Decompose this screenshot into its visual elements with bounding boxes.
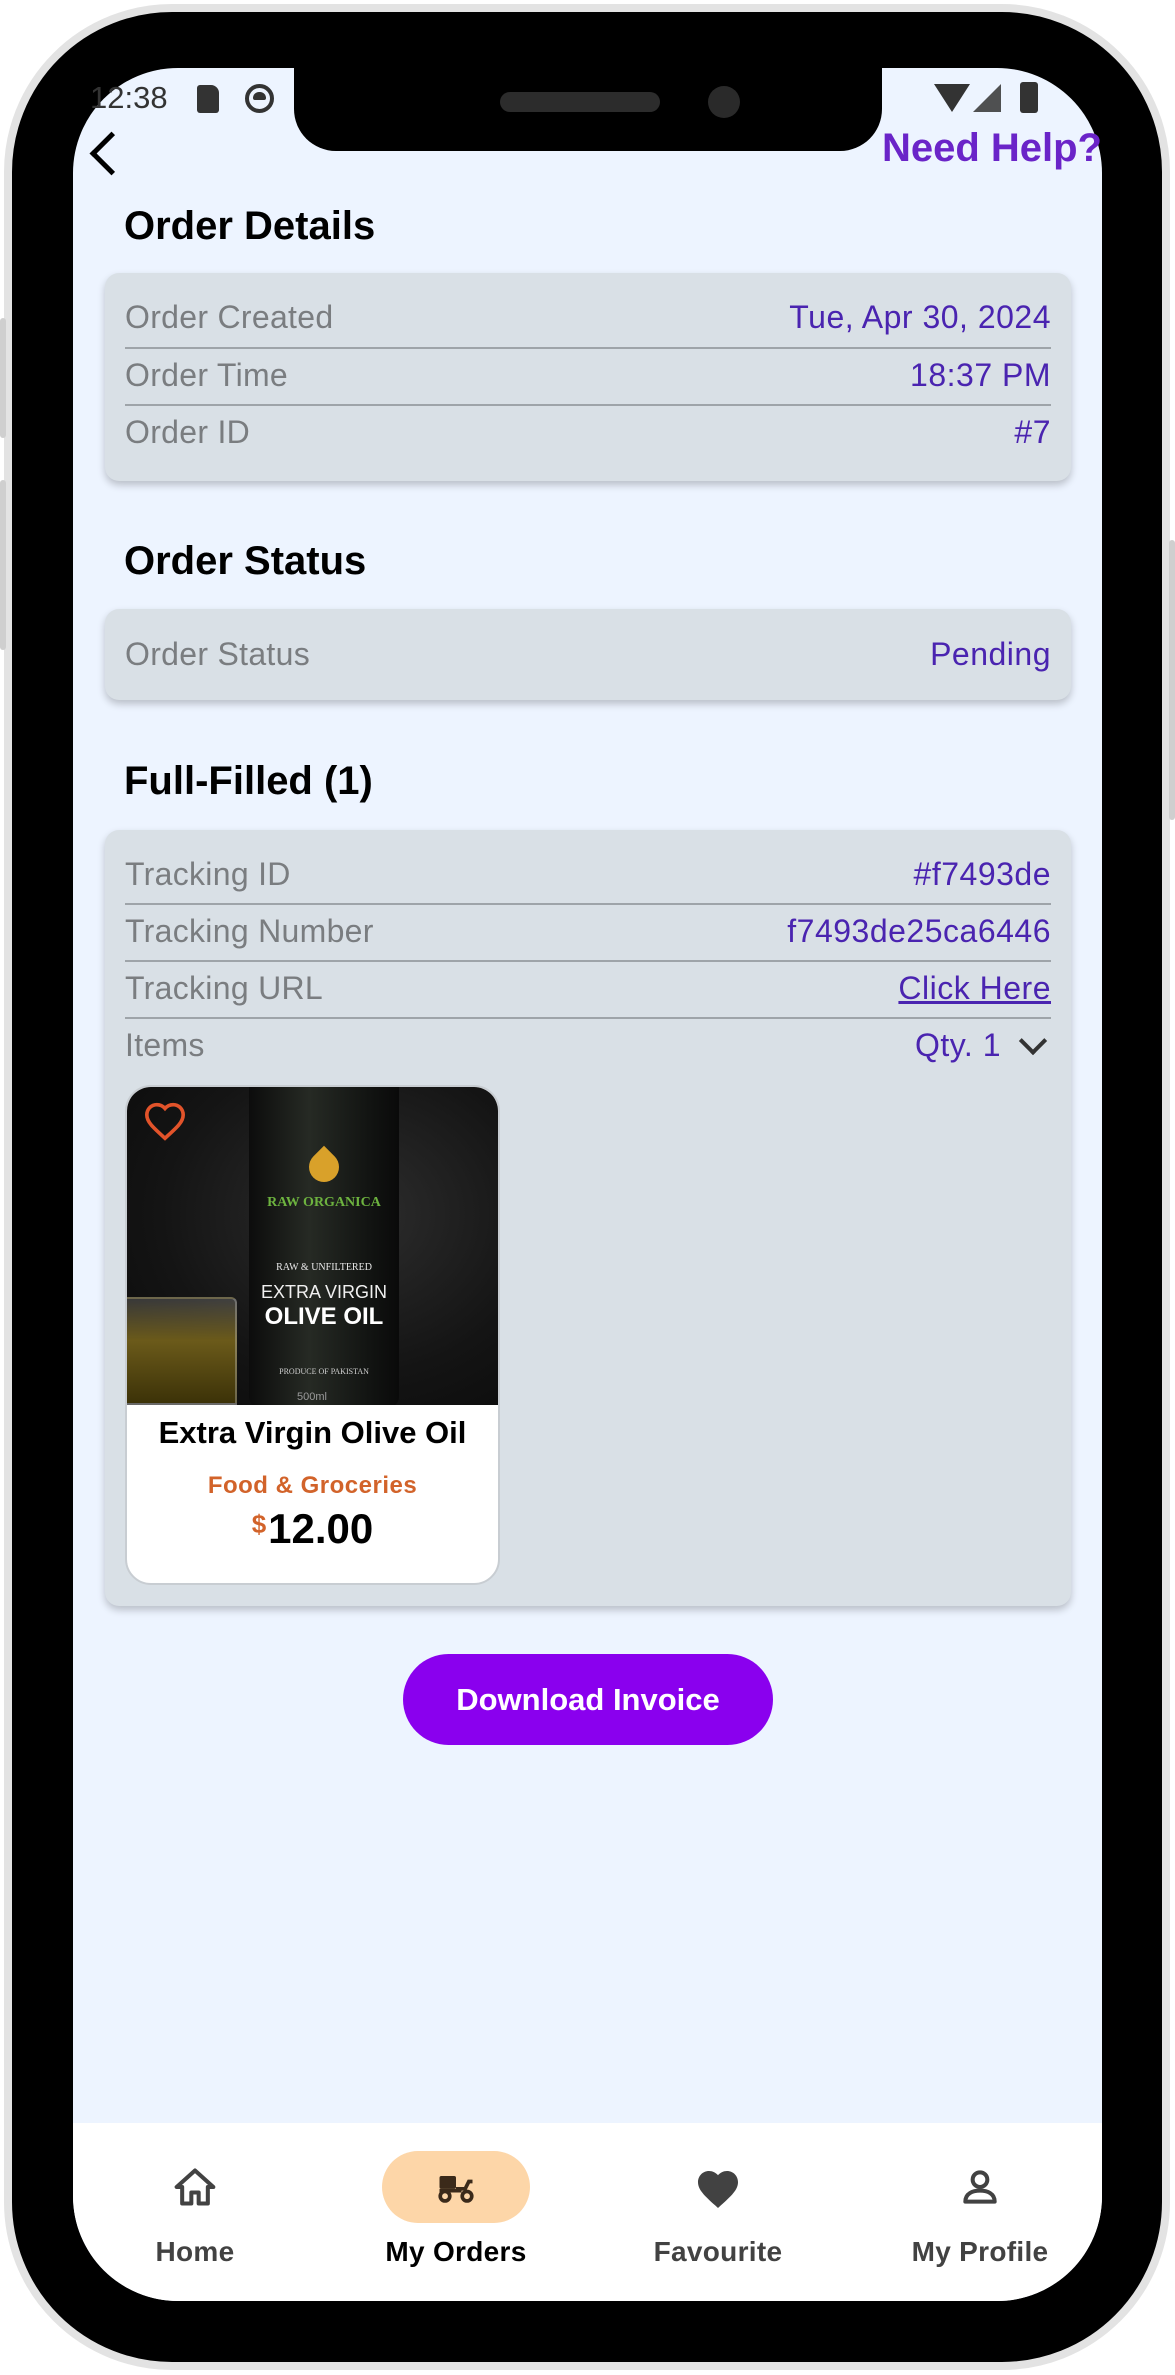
chevron-down-icon <box>1018 1026 1048 1055</box>
tracking-number-row: Tracking Number f7493de25ca6446 <box>125 903 1051 960</box>
person-icon <box>963 2170 997 2204</box>
product-image: RAW ORGANICA RAW & UNFILTERED EXTRA VIRG… <box>127 1087 498 1405</box>
nav-item-favourite[interactable]: Favourite <box>618 2151 818 2271</box>
tracking-url-row: Tracking URL Click Here <box>125 960 1051 1017</box>
tracking-id-value: #f7493de <box>913 856 1051 892</box>
bottle-origin: PRODUCE OF PAKISTAN <box>279 1367 369 1376</box>
nav-item-my-profile[interactable]: My Profile <box>880 2151 1080 2271</box>
sd-card-icon <box>197 85 219 113</box>
order-id-row: Order ID #7 <box>125 404 1051 461</box>
cell-signal-icon <box>973 84 1001 112</box>
tracking-id-label: Tracking ID <box>125 856 291 892</box>
order-details-title: Order Details <box>124 204 376 248</box>
bottle-brand: RAW ORGANICA <box>267 1195 381 1210</box>
tracking-number-value: f7493de25ca6446 <box>787 913 1051 949</box>
order-status-title: Order Status <box>124 539 367 583</box>
download-invoice-button[interactable]: Download Invoice <box>403 1654 773 1745</box>
price-amount: 12.00 <box>268 1505 374 1552</box>
notification-face-icon <box>245 84 274 113</box>
nav-item-my-orders[interactable]: My Orders <box>356 2151 556 2271</box>
need-help-link[interactable]: Need Help? <box>882 126 1102 171</box>
qty-dropdown[interactable]: Qty. 1 <box>915 1026 1051 1064</box>
heart-icon <box>698 2171 738 2208</box>
order-time-label: Order Time <box>125 357 289 393</box>
brand-logo-icon <box>302 1145 346 1189</box>
phone-frame: 12:38 Need Help? Order Details Order Cre… <box>0 0 1175 2375</box>
bottom-navigation: Home My Orders Favourite My Profile <box>73 2123 1102 2301</box>
qty-value: Qty. 1 <box>915 1027 1001 1063</box>
bottle-line2: OLIVE OIL <box>264 1303 384 1330</box>
tracking-url-link[interactable]: Click Here <box>898 970 1051 1007</box>
battery-icon <box>1020 82 1038 113</box>
order-created-label: Order Created <box>125 299 334 335</box>
side-button <box>0 480 6 650</box>
bottle-volume: 500ml <box>297 1391 327 1403</box>
product-category: Food & Groceries <box>207 1472 418 1499</box>
nav-label-my-profile: My Profile <box>911 2236 1049 2267</box>
heart-outline-icon <box>144 1102 186 1141</box>
product-price: $12.00 <box>127 1505 498 1553</box>
tracking-url-label: Tracking URL <box>125 970 324 1006</box>
order-status-label: Order Status <box>125 636 311 672</box>
nav-label-my-orders: My Orders <box>385 2236 527 2267</box>
home-icon <box>174 2168 216 2206</box>
order-created-value: Tue, Apr 30, 2024 <box>789 299 1051 335</box>
order-status-value: Pending <box>930 636 1051 672</box>
side-button <box>1169 540 1175 820</box>
fulfilled-card: Tracking ID #f7493de Tracking Number f74… <box>105 830 1071 1606</box>
delivery-scooter-icon <box>438 2176 474 2203</box>
items-label: Items <box>125 1027 205 1063</box>
front-camera <box>708 86 740 118</box>
speaker-grille <box>500 92 660 112</box>
bottle-band: RAW & UNFILTERED <box>276 1262 372 1273</box>
back-button[interactable] <box>84 128 128 180</box>
nav-label-home: Home <box>155 2236 235 2267</box>
tracking-number-label: Tracking Number <box>125 913 374 949</box>
status-time: 12:38 <box>90 80 168 115</box>
nav-item-home[interactable]: Home <box>95 2151 295 2271</box>
side-button <box>0 318 6 438</box>
nav-label-favourite: Favourite <box>653 2236 783 2267</box>
order-time-row: Order Time 18:37 PM <box>125 347 1051 404</box>
order-id-value: #7 <box>1014 414 1051 450</box>
favorite-button[interactable] <box>143 1101 187 1141</box>
bottle-line1: EXTRA VIRGIN <box>260 1282 388 1302</box>
product-card[interactable]: RAW ORGANICA RAW & UNFILTERED EXTRA VIRG… <box>125 1085 500 1585</box>
fulfilled-title: Full-Filled (1) <box>124 759 373 803</box>
product-name: Extra Virgin Olive Oil <box>158 1415 467 1450</box>
order-id-label: Order ID <box>125 414 251 450</box>
price-currency: $ <box>251 1509 267 1539</box>
order-status-card: Order Status Pending <box>105 609 1071 700</box>
oil-glass <box>127 1297 237 1405</box>
order-created-row: Order Created Tue, Apr 30, 2024 <box>125 289 1051 346</box>
items-row: Items Qty. 1 <box>125 1017 1051 1074</box>
order-status-row: Order Status Pending <box>125 626 1051 683</box>
order-time-value: 18:37 PM <box>910 357 1051 393</box>
wifi-icon <box>934 84 970 112</box>
olive-oil-bottle: RAW ORGANICA RAW & UNFILTERED EXTRA VIRG… <box>249 1087 399 1405</box>
order-details-card: Order Created Tue, Apr 30, 2024 Order Ti… <box>105 273 1071 481</box>
tracking-id-row: Tracking ID #f7493de <box>125 846 1051 903</box>
